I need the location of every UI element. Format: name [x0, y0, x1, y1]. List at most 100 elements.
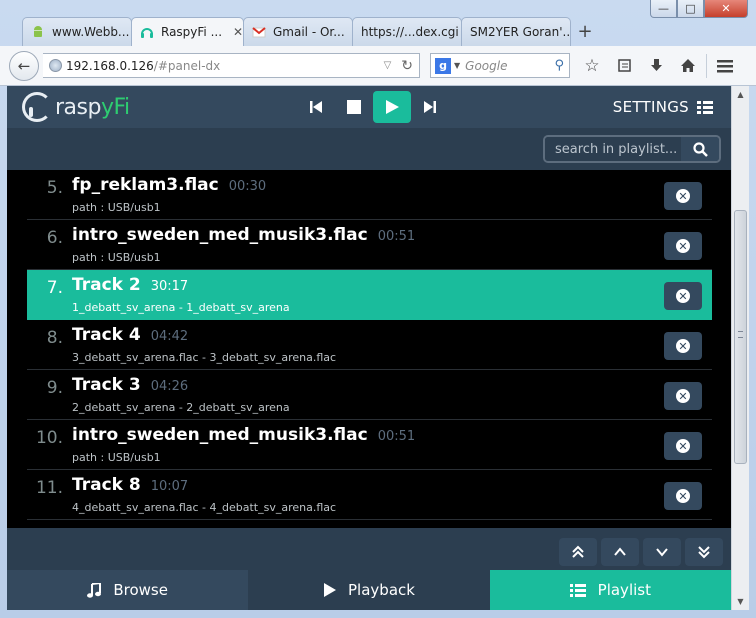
close-window-button[interactable]: ✕: [704, 0, 748, 18]
tab-playback-label: Playback: [348, 581, 415, 599]
remove-track-button[interactable]: ✕: [664, 482, 702, 510]
back-button[interactable]: ←: [9, 50, 39, 81]
track-number: 11.: [35, 478, 63, 498]
search-box[interactable]: g ▼ Google ⚲: [430, 53, 570, 78]
gmail-icon: [252, 25, 266, 39]
tab-label: RaspyFi ...: [161, 25, 223, 39]
reload-icon[interactable]: ↻: [395, 58, 419, 74]
tab-sm2yer[interactable]: SM2YER Goran'...: [461, 17, 571, 46]
scroll-to-bottom-button[interactable]: [685, 538, 723, 566]
remove-track-button[interactable]: ✕: [664, 232, 702, 260]
close-circle-icon: ✕: [676, 289, 690, 303]
play-icon: [386, 100, 399, 114]
remove-track-button[interactable]: ✕: [664, 182, 702, 210]
scroll-up-arrow-icon[interactable]: ▲: [732, 86, 749, 103]
close-circle-icon: ✕: [676, 389, 690, 403]
double-chevron-up-icon: [572, 545, 584, 558]
track-title: Track 2 30:17: [72, 275, 189, 295]
close-circle-icon: ✕: [676, 489, 690, 503]
address-bar[interactable]: 192.168.0.126 /#panel-dx ▽ ↻: [43, 53, 420, 78]
remove-track-button[interactable]: ✕: [664, 432, 702, 460]
bookmarks-menu-icon[interactable]: [608, 51, 640, 81]
playlist-row[interactable]: 9. Track 3 04:26 2_debatt_sv_arena - 2_de…: [27, 370, 712, 420]
track-path: 3_debatt_sv_arena.flac - 3_debatt_sv_are…: [72, 351, 337, 364]
tab-raspyfi[interactable]: RaspyFi ... ✕: [131, 17, 244, 46]
playlist-search-input[interactable]: search in playlist...: [545, 137, 681, 161]
remove-track-button[interactable]: ✕: [664, 282, 702, 310]
logo-text-y: y: [100, 94, 114, 120]
scroll-down-arrow-icon[interactable]: ▼: [732, 593, 749, 610]
app-header: r asp y Fi SETTINGS: [7, 86, 731, 128]
hamburger-menu-icon[interactable]: [709, 51, 741, 81]
close-tab-icon[interactable]: ✕: [233, 25, 243, 39]
scroll-to-top-button[interactable]: [559, 538, 597, 566]
new-tab-button[interactable]: +: [570, 17, 600, 46]
tab-cgi[interactable]: https://...dex.cgi: [352, 17, 462, 46]
playlist-row[interactable]: 6. intro_sweden_med_musik3.flac 00:51 pat…: [27, 220, 712, 270]
tab-playlist[interactable]: Playlist: [489, 570, 731, 610]
search-icon[interactable]: ⚲: [554, 58, 569, 73]
search-placeholder: Google: [465, 58, 508, 73]
url-path: /#panel-dx: [153, 58, 221, 73]
previous-button[interactable]: [297, 91, 335, 123]
tab-webb[interactable]: www.Webb...: [22, 17, 132, 46]
chevron-up-icon: [614, 547, 626, 556]
google-icon[interactable]: g: [435, 57, 451, 74]
playlist-search-row: search in playlist...: [7, 128, 731, 170]
list-icon: [697, 100, 713, 114]
chevron-down-icon[interactable]: ▼: [454, 61, 460, 70]
track-path: path : USB/usb1: [72, 451, 161, 464]
android-icon: [31, 25, 45, 39]
home-icon[interactable]: [672, 51, 704, 81]
chevron-down-icon[interactable]: ▽: [380, 60, 396, 71]
toolbar-separator: [706, 53, 707, 78]
track-path: path : USB/usb1: [72, 251, 161, 264]
tab-label: https://...dex.cgi: [361, 25, 459, 39]
minimize-button[interactable]: —: [650, 0, 677, 18]
search-button[interactable]: [681, 137, 719, 161]
playlist-row[interactable]: 11. Track 8 10:07 4_debatt_sv_arena.flac …: [27, 470, 712, 520]
playlist-row[interactable]: 8. Track 4 04:42 3_debatt_sv_arena.flac -…: [27, 320, 712, 370]
maximize-button[interactable]: □: [677, 0, 704, 18]
scroll-buttons: [559, 538, 723, 566]
grip-icon: [738, 331, 743, 338]
tab-gmail[interactable]: Gmail - Or...: [243, 17, 353, 46]
chevron-down-icon: [656, 548, 668, 557]
play-icon: [324, 583, 337, 597]
remove-track-button[interactable]: ✕: [664, 382, 702, 410]
playlist-row[interactable]: 10. intro_sweden_med_musik3.flac 00:51 pa…: [27, 420, 712, 470]
track-duration: 00:51: [377, 429, 416, 444]
tab-browse[interactable]: Browse: [7, 570, 249, 610]
track-title: Track 8 10:07: [72, 475, 189, 495]
track-number: 8.: [46, 328, 63, 348]
stop-icon: [347, 100, 361, 114]
footer-nav: Browse Playback Playlist: [7, 570, 731, 610]
bookmark-star-icon[interactable]: ☆: [576, 51, 608, 81]
stop-button[interactable]: [335, 91, 373, 123]
track-number: 9.: [46, 378, 63, 398]
playlist-scroll-bar: [7, 528, 731, 570]
track-number: 6.: [46, 228, 63, 248]
double-chevron-down-icon: [698, 546, 710, 559]
scrollbar-thumb[interactable]: [734, 210, 747, 464]
globe-icon: [49, 59, 62, 72]
track-duration: 00:51: [377, 229, 416, 244]
raspyfi-logo[interactable]: r asp y Fi: [22, 92, 130, 122]
scroll-up-button[interactable]: [601, 538, 639, 566]
download-icon[interactable]: [640, 51, 672, 81]
page-scrollbar[interactable]: ▲ ▼: [731, 86, 749, 610]
track-path: 1_debatt_sv_arena - 1_debatt_sv_arena: [72, 301, 290, 314]
track-number: 10.: [35, 428, 63, 448]
settings-label: SETTINGS: [612, 98, 689, 116]
playlist-row-active[interactable]: 7. Track 2 30:17 1_debatt_sv_arena - 1_de…: [27, 270, 712, 320]
remove-track-button[interactable]: ✕: [664, 332, 702, 360]
playlist-search[interactable]: search in playlist...: [543, 135, 721, 163]
raspyfi-app: r asp y Fi SETTINGS search in playlist..…: [7, 86, 731, 610]
tab-playback[interactable]: Playback: [248, 570, 490, 610]
settings-button[interactable]: SETTINGS: [613, 98, 713, 116]
playlist: 5. fp_reklam3.flac 00:30 path : USB/usb1 …: [7, 170, 731, 528]
scroll-down-button[interactable]: [643, 538, 681, 566]
playlist-row[interactable]: 5. fp_reklam3.flac 00:30 path : USB/usb1 …: [27, 170, 712, 220]
play-button[interactable]: [373, 91, 411, 123]
next-button[interactable]: [411, 91, 449, 123]
